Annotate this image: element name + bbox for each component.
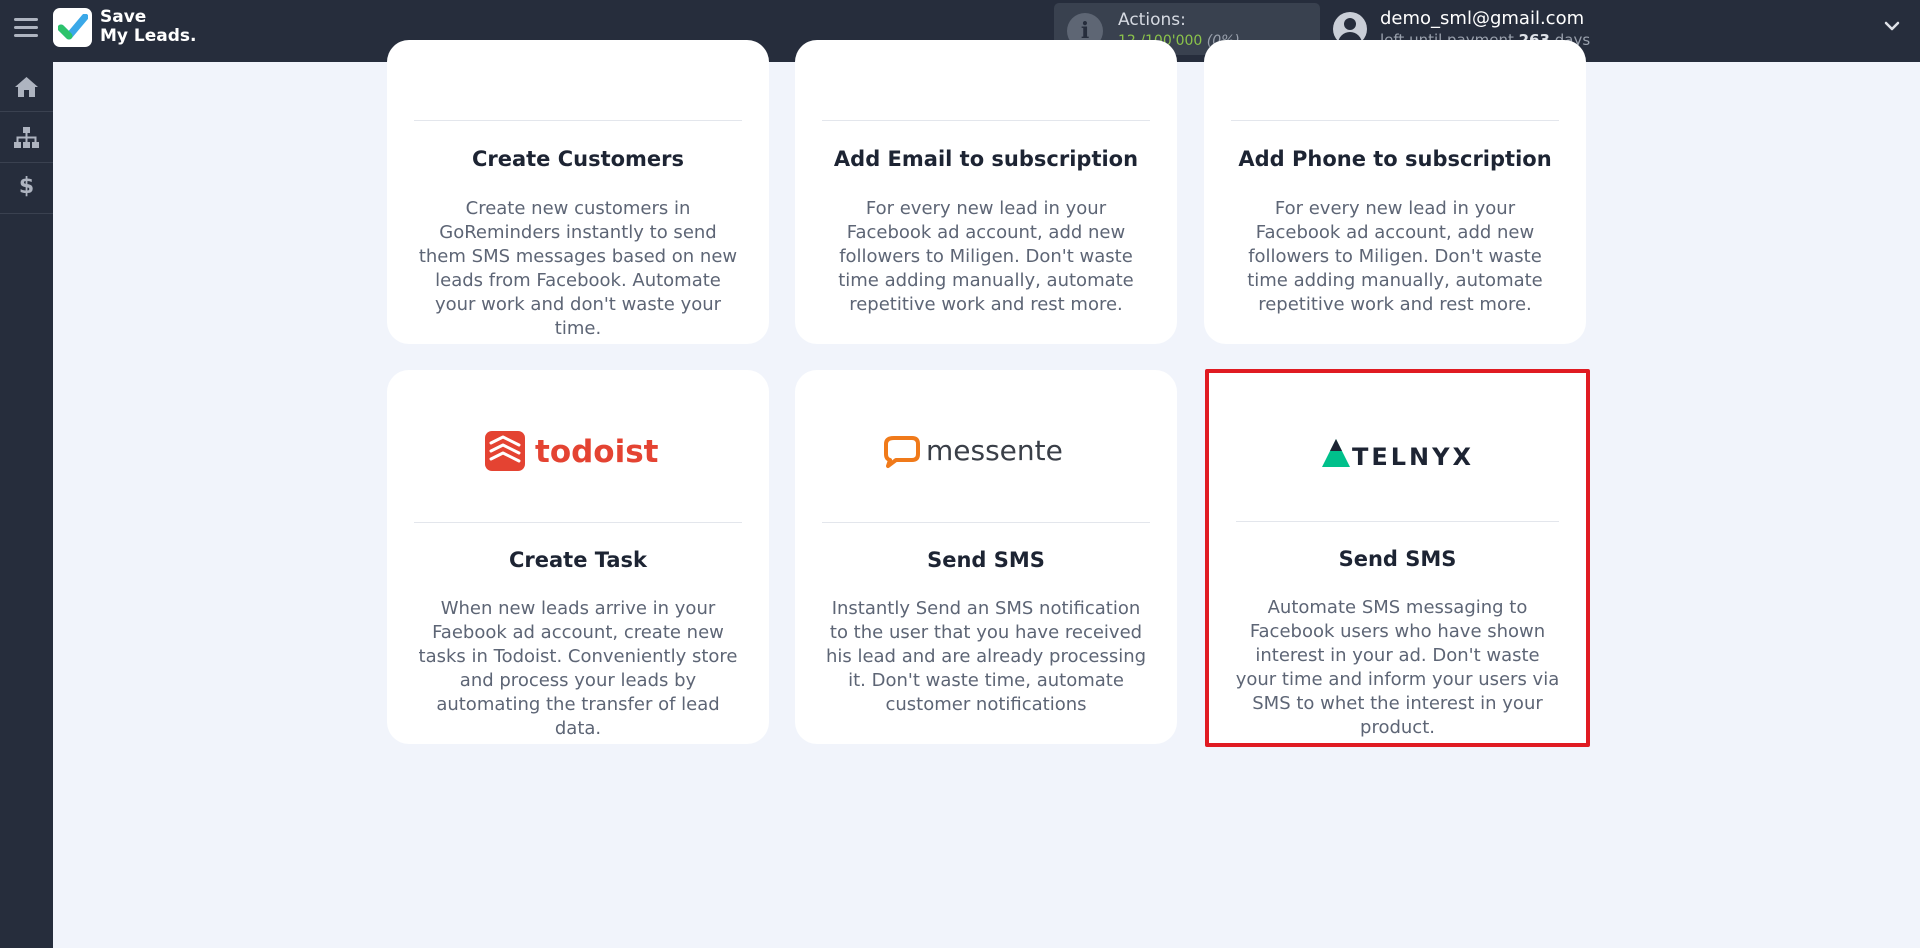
svg-text:TELNYX: TELNYX [1352, 443, 1474, 471]
card-add-phone-subscription[interactable]: Add Phone to subscription For every new … [1204, 40, 1586, 344]
card-messente-send-sms[interactable]: messente Send SMS Instantly Send an SMS … [795, 370, 1177, 744]
card-telnyx-send-sms[interactable]: TELNYX Send SMS Automate SMS messaging t… [1205, 369, 1590, 747]
card-description: For every new lead in your Facebook ad a… [1247, 198, 1543, 315]
todoist-logo: todoist [387, 429, 769, 473]
sitemap-icon [14, 127, 39, 148]
card-title: Add Phone to subscription [1238, 147, 1552, 171]
user-email: demo_sml@gmail.com [1380, 8, 1585, 29]
sidebar: $ [0, 62, 53, 948]
card-title: Add Email to subscription [833, 147, 1139, 171]
card-description: Automate SMS messaging to Facebook users… [1235, 597, 1560, 738]
card-add-email-subscription[interactable]: Add Email to subscription For every new … [795, 40, 1177, 344]
actions-label: Actions: [1118, 10, 1186, 30]
card-todoist-create-task[interactable]: todoist Create Task When new leads arriv… [387, 370, 769, 744]
card-title: Create Customers [471, 147, 685, 171]
card-create-customers[interactable]: Create Customers Create new customers in… [387, 40, 769, 344]
card-description: For every new lead in your Facebook ad a… [838, 198, 1134, 315]
card-title: Create Task [508, 548, 648, 572]
telnyx-logo: TELNYX [1209, 433, 1586, 473]
menu-icon[interactable] [14, 18, 38, 38]
app-logo[interactable] [53, 8, 92, 47]
svg-text:messente: messente [926, 434, 1063, 467]
card-description: When new leads arrive in your Faebook ad… [418, 598, 738, 739]
sidebar-item-home[interactable] [0, 62, 53, 112]
card-title: Send SMS [1338, 547, 1457, 571]
checkmark-icon [58, 14, 88, 40]
home-icon [15, 77, 38, 97]
app-name: Save My Leads. [100, 7, 197, 46]
svg-text:todoist: todoist [535, 434, 659, 470]
chevron-down-icon[interactable] [1884, 18, 1900, 34]
sidebar-item-billing[interactable]: $ [0, 164, 53, 214]
card-description: Instantly Send an SMS notification to th… [825, 598, 1147, 715]
card-description: Create new customers in GoReminders inst… [418, 198, 738, 339]
messente-logo: messente [795, 432, 1177, 472]
sidebar-item-connections[interactable] [0, 113, 53, 163]
dollar-icon: $ [18, 174, 35, 199]
card-title: Send SMS [927, 548, 1045, 572]
